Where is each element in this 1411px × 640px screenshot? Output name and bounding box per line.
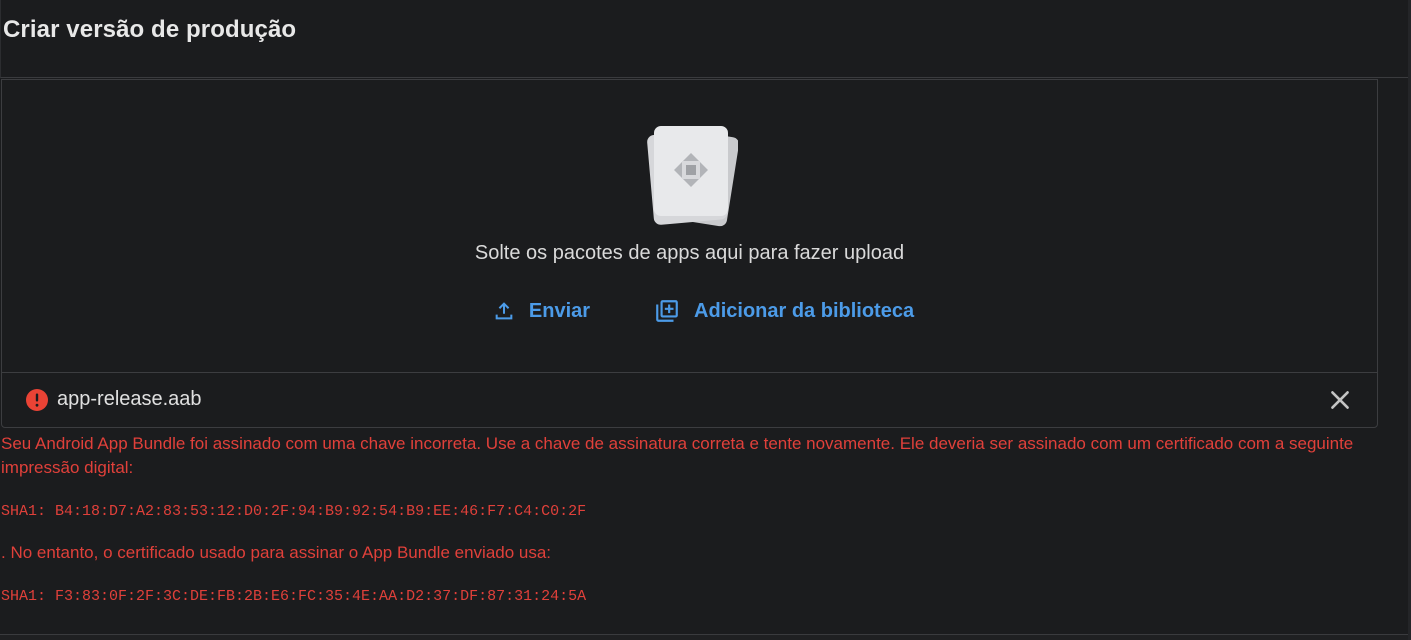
- remove-file-button[interactable]: [1327, 387, 1353, 413]
- dropzone-actions: Enviar Adicionar da biblioteca: [2, 298, 1377, 324]
- app-bundle-icon: [642, 118, 739, 228]
- page-header: Criar versão de produção: [0, 0, 1408, 78]
- actual-hash: SHA1: F3:83:0F:2F:3C:DE:FB:2B:E6:FC:35:4…: [1, 588, 587, 605]
- file-name: app-release.aab: [57, 388, 202, 410]
- upload-icon: [493, 300, 515, 322]
- upload-card: Solte os pacotes de apps aqui para fazer…: [1, 79, 1378, 428]
- error-block: Seu Android App Bundle foi assinado com …: [1, 432, 1391, 605]
- bottom-divider: [0, 634, 1408, 640]
- file-row: app-release.aab: [2, 373, 1377, 427]
- page-title: Criar versão de produção: [3, 16, 297, 43]
- add-from-library-button[interactable]: Adicionar da biblioteca: [626, 298, 914, 324]
- error-icon: [25, 388, 49, 412]
- error-message: Seu Android App Bundle foi assinado com …: [1, 434, 1354, 477]
- upload-label: Enviar: [528, 299, 591, 322]
- add-from-library-label: Adicionar da biblioteca: [694, 299, 915, 322]
- dropzone-text: Solte os pacotes de apps aqui para fazer…: [474, 242, 905, 264]
- add-to-library-icon: [654, 298, 680, 324]
- upload-button[interactable]: Enviar: [465, 298, 590, 324]
- dropzone[interactable]: Solte os pacotes de apps aqui para fazer…: [2, 80, 1377, 373]
- expected-hash: SHA1: B4:18:D7:A2:83:53:12:D0:2F:94:B9:9…: [1, 503, 587, 520]
- close-icon: [1331, 391, 1349, 409]
- error-message-secondary: . No entanto, o certificado usado para a…: [1, 543, 552, 562]
